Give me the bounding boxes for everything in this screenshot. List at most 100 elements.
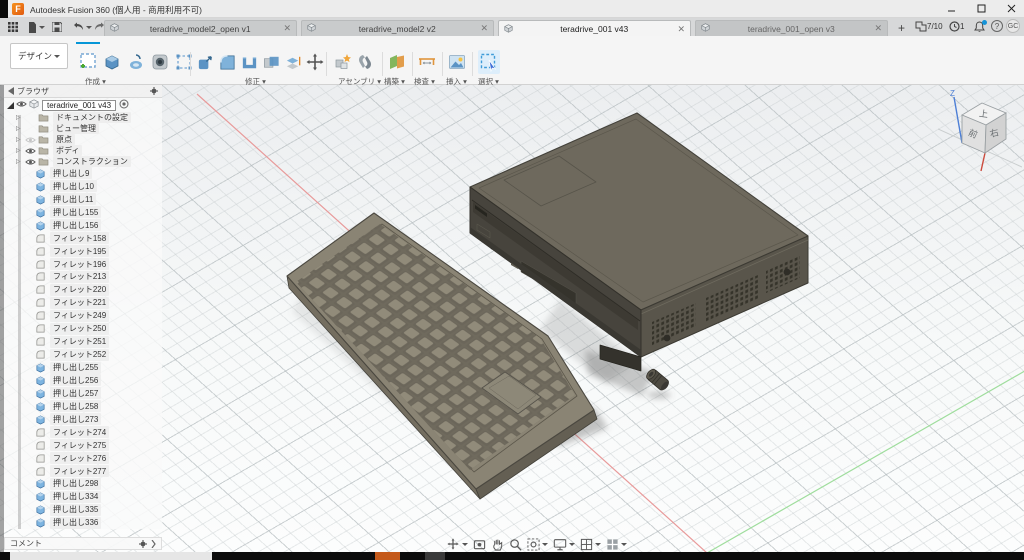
fillet-icon[interactable] (216, 50, 238, 74)
feature-row[interactable]: フィレット276 (4, 452, 162, 465)
browser-tree-row[interactable]: ▷ コンストラクション (4, 156, 162, 167)
new-tab-button[interactable]: + (898, 21, 905, 35)
feature-row[interactable]: フィレット196 (4, 258, 162, 271)
feature-row[interactable]: フィレット220 (4, 283, 162, 296)
app-grid-icon[interactable] (8, 20, 18, 34)
feature-row[interactable]: 押し出し11 (4, 193, 162, 206)
visibility-eye-icon[interactable] (16, 100, 27, 110)
view-cube[interactable]: Z 上 前 右 (938, 87, 1022, 179)
feature-row[interactable]: 押し出し258 (4, 400, 162, 413)
ribbon-tab[interactable] (196, 37, 220, 44)
feature-row[interactable]: フィレット221 (4, 296, 162, 309)
visibility-eye-icon[interactable] (24, 125, 37, 133)
feature-row[interactable]: フィレット274 (4, 426, 162, 439)
shell-icon[interactable] (238, 50, 260, 74)
feature-row[interactable]: 押し出し334 (4, 490, 162, 503)
minimize-button[interactable] (938, 0, 964, 17)
browser-tree-row[interactable]: ▷ ビュー管理 (4, 123, 162, 134)
revolve-icon[interactable] (124, 50, 148, 74)
zoom-icon[interactable] (509, 538, 522, 551)
feature-row[interactable]: フィレット213 (4, 271, 162, 284)
ribbon-tab[interactable] (100, 37, 124, 44)
free-orbit-icon[interactable] (446, 537, 468, 551)
feature-row[interactable]: 押し出し257 (4, 387, 162, 400)
hole-icon[interactable] (148, 50, 172, 74)
feature-row[interactable]: 押し出し336 (4, 516, 162, 529)
browser-tree-row[interactable]: ▷ ドキュメントの設定 (4, 112, 162, 123)
ribbon-tab[interactable] (76, 37, 100, 44)
browser-tree-row[interactable]: ▷ ボディ (4, 145, 162, 156)
comments-bar[interactable]: コメント (4, 537, 162, 550)
taskbar-window-segment[interactable] (10, 552, 212, 560)
taskbar-app-segment[interactable] (425, 552, 445, 560)
workspace-selector[interactable]: デザイン (10, 43, 68, 69)
move-copy-icon[interactable] (304, 50, 326, 74)
document-tab[interactable]: teradrive_model2_open v1 ✕ (104, 20, 297, 36)
3d-viewport[interactable]: Z 上 前 右 ブラウザ (0, 85, 1024, 552)
fit-icon[interactable] (527, 538, 548, 551)
feature-row[interactable]: 押し出し156 (4, 219, 162, 232)
undo-icon[interactable] (72, 20, 92, 34)
document-tab[interactable]: teradrive_001 v43 ✕ (498, 20, 691, 37)
joint-icon[interactable] (354, 50, 376, 74)
tab-close-icon[interactable]: ✕ (673, 24, 685, 35)
feature-row[interactable]: フィレット195 (4, 245, 162, 258)
feature-row[interactable]: 押し出し255 (4, 361, 162, 374)
create-sketch-icon[interactable] (76, 50, 100, 74)
expand-arrow-icon[interactable] (151, 540, 156, 548)
feature-row[interactable]: 押し出し256 (4, 374, 162, 387)
panel-gear-icon[interactable] (150, 87, 158, 95)
browser-header[interactable]: ブラウザ (4, 85, 162, 98)
tab-close-icon[interactable]: ✕ (870, 23, 882, 34)
ribbon-tab[interactable] (172, 37, 196, 44)
document-tab[interactable]: teradrive_model2 v2 ✕ (301, 20, 494, 36)
close-button[interactable] (998, 0, 1024, 17)
visibility-eye-icon[interactable] (24, 114, 37, 122)
combine-icon[interactable] (260, 50, 282, 74)
construction-plane-icon[interactable] (386, 50, 408, 74)
pattern-icon[interactable] (172, 50, 196, 74)
help-icon[interactable]: ? (991, 20, 1003, 32)
job-status-badge[interactable]: 1 (949, 21, 964, 32)
feature-row[interactable]: フィレット277 (4, 465, 162, 478)
feature-row[interactable]: 押し出し335 (4, 503, 162, 516)
visibility-eye-icon[interactable] (24, 136, 37, 144)
offset-face-icon[interactable] (282, 50, 304, 74)
feature-row[interactable]: フィレット249 (4, 309, 162, 322)
document-tab[interactable]: teradrive_001_open v3 ✕ (695, 20, 888, 36)
feature-row[interactable]: フィレット251 (4, 335, 162, 348)
comment-gear-icon[interactable] (139, 540, 147, 548)
select-icon[interactable] (478, 50, 500, 74)
measure-icon[interactable] (416, 50, 438, 74)
feature-row[interactable]: フィレット275 (4, 439, 162, 452)
taskbar-active-app-segment[interactable] (375, 552, 400, 560)
maximize-button[interactable] (968, 0, 994, 17)
feature-row[interactable]: 押し出し9 (4, 167, 162, 180)
look-at-icon[interactable] (473, 538, 486, 551)
account-avatar[interactable]: GC (1006, 19, 1020, 33)
insert-image-icon[interactable] (446, 50, 468, 74)
feature-row[interactable]: 押し出し298 (4, 478, 162, 491)
press-pull-icon[interactable] (194, 50, 216, 74)
ribbon-tab[interactable] (124, 37, 148, 44)
feature-row[interactable]: フィレット252 (4, 348, 162, 361)
tab-close-icon[interactable]: ✕ (476, 23, 488, 34)
file-icon[interactable] (28, 20, 45, 34)
activate-radio-icon[interactable] (119, 99, 129, 111)
extrude-icon[interactable] (100, 50, 124, 74)
feature-row[interactable]: 押し出し155 (4, 206, 162, 219)
new-component-icon[interactable] (332, 50, 354, 74)
root-component-name[interactable]: teradrive_001 v43 (42, 100, 116, 111)
grid-settings-icon[interactable] (580, 538, 601, 551)
ribbon-tab[interactable] (148, 37, 172, 44)
visibility-eye-icon[interactable] (24, 158, 37, 166)
feature-row[interactable]: フィレット250 (4, 322, 162, 335)
visibility-eye-icon[interactable] (24, 147, 37, 155)
viewports-icon[interactable] (606, 538, 627, 551)
browser-tree-row[interactable]: ▷ 原点 (4, 134, 162, 145)
browser-root-component[interactable]: teradrive_001 v43 (4, 98, 162, 112)
pan-icon[interactable] (491, 538, 504, 551)
feature-row[interactable]: フィレット158 (4, 232, 162, 245)
tab-close-icon[interactable]: ✕ (279, 23, 291, 34)
save-icon[interactable] (52, 20, 62, 34)
